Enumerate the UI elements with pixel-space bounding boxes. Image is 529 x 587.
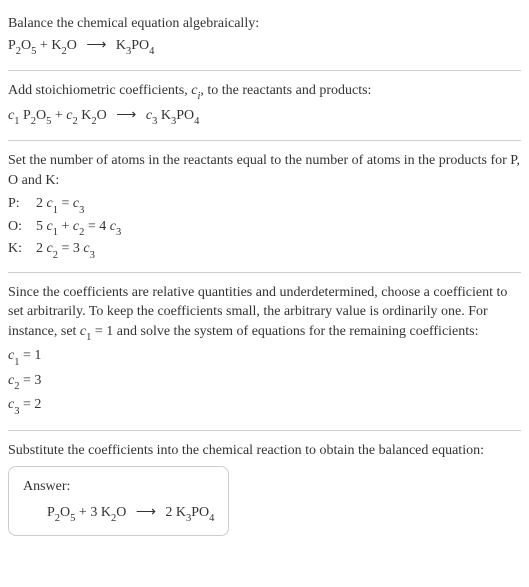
plus-k2o: + K2O bbox=[36, 38, 76, 53]
solution-c2: c2 = 3 bbox=[8, 371, 521, 393]
atom-equations-table: P: 2 c1 = c3 O: 5 c1 + c2 = 4 c3 K: 2 c2… bbox=[8, 194, 521, 261]
atom-label-p: P: bbox=[8, 194, 36, 214]
solve-intro: Since the coefficients are relative quan… bbox=[8, 283, 521, 345]
answer-label: Answer: bbox=[23, 477, 214, 497]
solution-c3: c3 = 2 bbox=[8, 395, 521, 417]
section-balance-intro: Balance the chemical equation algebraica… bbox=[8, 8, 521, 66]
divider bbox=[8, 140, 521, 141]
reaction-arrow-icon: ⟶ bbox=[86, 36, 106, 56]
atom-eq-intro: Set the number of atoms in the reactants… bbox=[8, 151, 521, 190]
atom-eq-p: 2 c1 = c3 bbox=[36, 194, 84, 216]
atom-label-o: O: bbox=[8, 217, 36, 237]
balance-title: Balance the chemical equation algebraica… bbox=[8, 14, 521, 34]
section-add-coefficients: Add stoichiometric coefficients, ci, to … bbox=[8, 75, 521, 136]
atom-eq-k: 2 c2 = 3 c3 bbox=[36, 239, 95, 261]
answer-intro: Substitute the coefficients into the che… bbox=[8, 441, 521, 461]
answer-box: Answer: P2O5 + 3 K2O ⟶ 2 K3PO4 bbox=[8, 466, 229, 536]
atom-eq-o: 5 c1 + c2 = 4 c3 bbox=[36, 217, 121, 239]
atom-row-p: P: 2 c1 = c3 bbox=[8, 194, 521, 216]
atom-row-o: O: 5 c1 + c2 = 4 c3 bbox=[8, 217, 521, 239]
section-answer: Substitute the coefficients into the che… bbox=[8, 435, 521, 543]
reactant-p2o5: P2O5 bbox=[8, 38, 36, 53]
section-atom-equations: Set the number of atoms in the reactants… bbox=[8, 145, 521, 268]
divider bbox=[8, 70, 521, 71]
atom-label-k: K: bbox=[8, 239, 36, 259]
add-coeff-intro: Add stoichiometric coefficients, ci, to … bbox=[8, 81, 521, 103]
section-solve: Since the coefficients are relative quan… bbox=[8, 277, 521, 426]
product-k3po4: K3PO4 bbox=[116, 38, 155, 53]
coeff-equation: c1 P2O5 + c2 K2O ⟶ c3 K3PO4 bbox=[8, 106, 521, 128]
divider bbox=[8, 272, 521, 273]
reaction-arrow-icon: ⟶ bbox=[116, 106, 136, 126]
unbalanced-equation: P2O5 + K2O ⟶ K3PO4 bbox=[8, 36, 521, 58]
balanced-equation: P2O5 + 3 K2O ⟶ 2 K3PO4 bbox=[23, 503, 214, 525]
reaction-arrow-icon: ⟶ bbox=[136, 503, 156, 523]
solution-c1: c1 = 1 bbox=[8, 346, 521, 368]
divider bbox=[8, 430, 521, 431]
atom-row-k: K: 2 c2 = 3 c3 bbox=[8, 239, 521, 261]
